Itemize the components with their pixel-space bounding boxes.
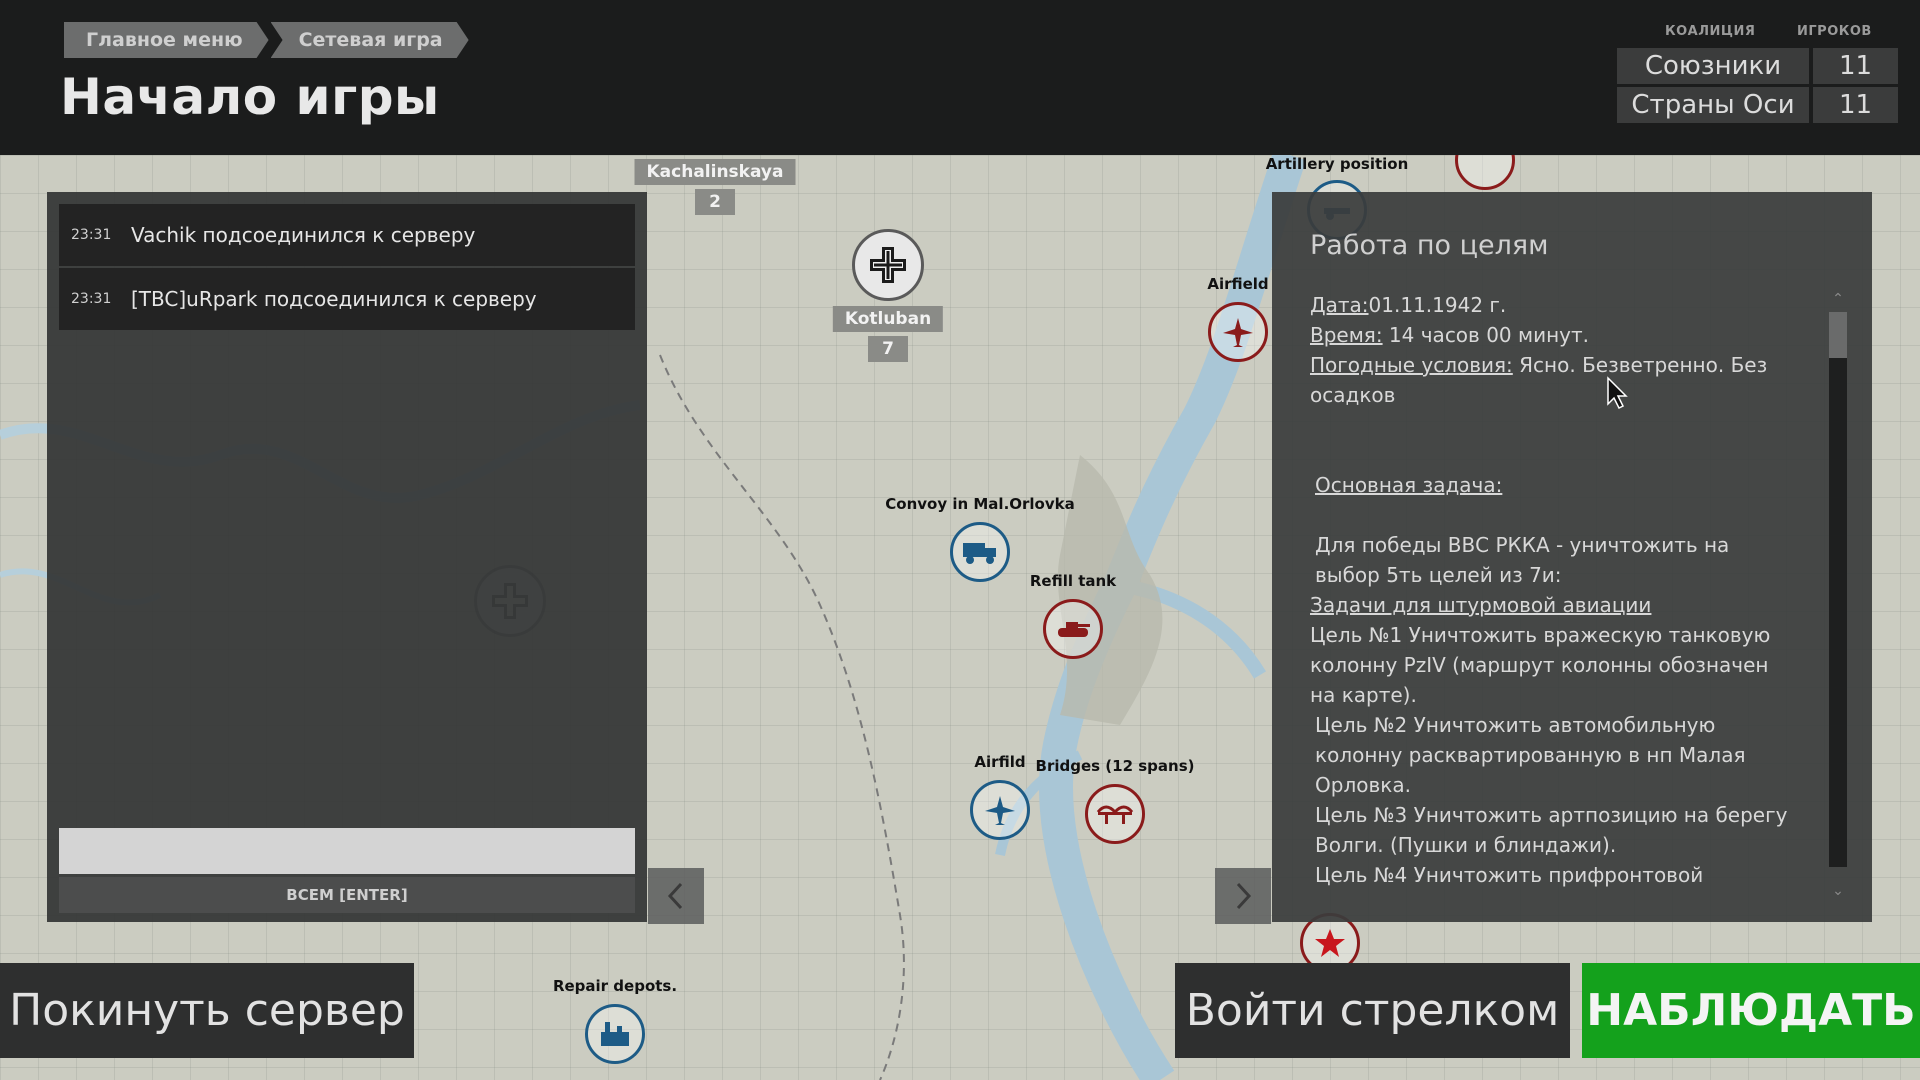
red-star-icon <box>1315 929 1345 957</box>
refill-target-marker[interactable] <box>1043 599 1103 659</box>
map-prev-button[interactable] <box>648 868 704 924</box>
coalition-name: Страны Оси <box>1617 87 1809 123</box>
main-task-heading: Основная задача: <box>1310 470 1800 500</box>
chat-text: Vachik подсоединился к серверу <box>131 223 476 247</box>
chat-send-all-button[interactable]: ВСЕМ [ENTER] <box>59 877 635 913</box>
target-label-refill: Refill tank <box>1029 572 1117 590</box>
breadcrumb: Главное меню Сетевая игра <box>64 22 471 58</box>
goal-3: Цель №3 Уничтожить артпозицию на берегу … <box>1315 803 1788 857</box>
chat-panel: 23:31 Vachik подсоединился к серверу 23:… <box>47 192 647 922</box>
briefing-text[interactable]: Дата:01.11.1942 г. Время: 14 часов 00 ми… <box>1310 290 1800 895</box>
target-label-bridges: Bridges (12 spans) <box>1035 757 1195 775</box>
victory-condition: Для победы ВВС РККА - уничтожить на выбо… <box>1315 533 1730 587</box>
scroll-up-icon[interactable]: ⌃ <box>1829 290 1847 308</box>
bridges-target-marker[interactable] <box>1085 784 1145 844</box>
chat-message: 23:31 Vachik подсоединился к серверу <box>59 204 635 266</box>
breadcrumb-network-game[interactable]: Сетевая игра <box>271 22 469 58</box>
goal-4: Цель №4 Уничтожить прифронтовой аэродром… <box>1315 863 1739 895</box>
time-value: 14 часов 00 минут. <box>1382 323 1590 347</box>
time-label: Время: <box>1310 323 1383 347</box>
weather-label: Погодные условия: <box>1310 353 1513 377</box>
coalition-name: Союзники <box>1617 48 1809 84</box>
target-label-airfield: Airfield <box>1207 275 1269 293</box>
scrollbar-thumb[interactable] <box>1829 312 1847 358</box>
airfield-target-marker-red[interactable] <box>1208 302 1268 362</box>
axis-airfield-marker[interactable] <box>852 229 924 301</box>
target-label-airfild: Airfild <box>974 753 1026 771</box>
plane-icon <box>985 796 1015 825</box>
mouse-cursor-icon <box>1607 376 1628 410</box>
chevron-left-icon <box>667 882 683 910</box>
coalition-header: КОАЛИЦИЯ <box>1665 24 1756 39</box>
players-header: ИГРОКОВ <box>1797 24 1872 39</box>
top-bar: Главное меню Сетевая игра Начало игры КО… <box>0 0 1920 155</box>
chat-timestamp: 23:31 <box>71 291 112 307</box>
assault-tasks-heading: Задачи для штурмовой авиации <box>1310 593 1652 617</box>
briefing-title: Работа по целям <box>1310 230 1549 261</box>
map-next-button[interactable] <box>1215 868 1271 924</box>
chat-timestamp: 23:31 <box>71 227 112 243</box>
briefing-time: Время: 14 часов 00 минут. <box>1310 320 1800 350</box>
coalition-player-count: 11 <box>1813 87 1898 123</box>
plane-icon <box>1223 318 1253 347</box>
repair-target-marker[interactable] <box>585 1004 645 1064</box>
target-label-artillery: Artillery position <box>1265 155 1409 173</box>
coalition-row-allies: Союзники 11 <box>1617 48 1898 84</box>
chat-text: [TBC]uRpark подсоединился к серверу <box>131 287 537 311</box>
chevron-right-icon <box>1236 882 1252 910</box>
coalition-row-axis: Страны Оси 11 <box>1617 87 1898 123</box>
town-count-kotluban: 7 <box>868 336 908 362</box>
briefing-scrollbar[interactable] <box>1829 312 1847 867</box>
briefing-weather: Погодные условия: Ясно. Безветренно. Без… <box>1310 350 1800 410</box>
balkenkreuz-icon <box>870 247 906 283</box>
bridge-icon <box>1096 805 1134 824</box>
page-title: Начало игры <box>60 68 440 126</box>
join-gunner-button[interactable]: Войти стрелком <box>1175 963 1570 1058</box>
target-label-convoy: Convoy in Mal.Orlovka <box>885 495 1075 513</box>
spectate-button[interactable]: НАБЛЮДАТЬ <box>1582 963 1920 1058</box>
briefing-panel: Работа по целям Дата:01.11.1942 г. Время… <box>1272 192 1872 922</box>
leave-server-button[interactable]: Покинуть сервер <box>0 963 414 1058</box>
town-count-kachalinskaya: 2 <box>695 189 735 215</box>
goal-2: Цель №2 Уничтожить автомобильную колонну… <box>1315 713 1746 797</box>
date-label: Дата: <box>1310 293 1369 317</box>
breadcrumb-main-menu[interactable]: Главное меню <box>64 22 269 58</box>
truck-icon <box>963 543 996 564</box>
main-task-label: Основная задача: <box>1315 473 1503 497</box>
date-value: 01.11.1942 г. <box>1368 293 1507 317</box>
goal-1: Цель №1 Уничтожить вражескую танковую ко… <box>1310 623 1771 707</box>
coalition-player-count: 11 <box>1813 48 1898 84</box>
chat-input[interactable] <box>59 828 635 874</box>
town-label-kotluban: Kotluban <box>832 306 944 332</box>
target-label-repair: Repair depots. <box>552 977 678 995</box>
tank-icon <box>1058 622 1090 637</box>
airfild-target-marker-blue[interactable] <box>970 780 1030 840</box>
factory-icon <box>601 1022 629 1046</box>
chat-message: 23:31 [TBC]uRpark подсоединился к сервер… <box>59 268 635 330</box>
scroll-down-icon[interactable]: ⌄ <box>1829 882 1847 900</box>
town-label-kachalinskaya: Kachalinskaya <box>634 159 796 185</box>
convoy-target-marker[interactable] <box>950 522 1010 582</box>
briefing-date: Дата:01.11.1942 г. <box>1310 290 1800 320</box>
